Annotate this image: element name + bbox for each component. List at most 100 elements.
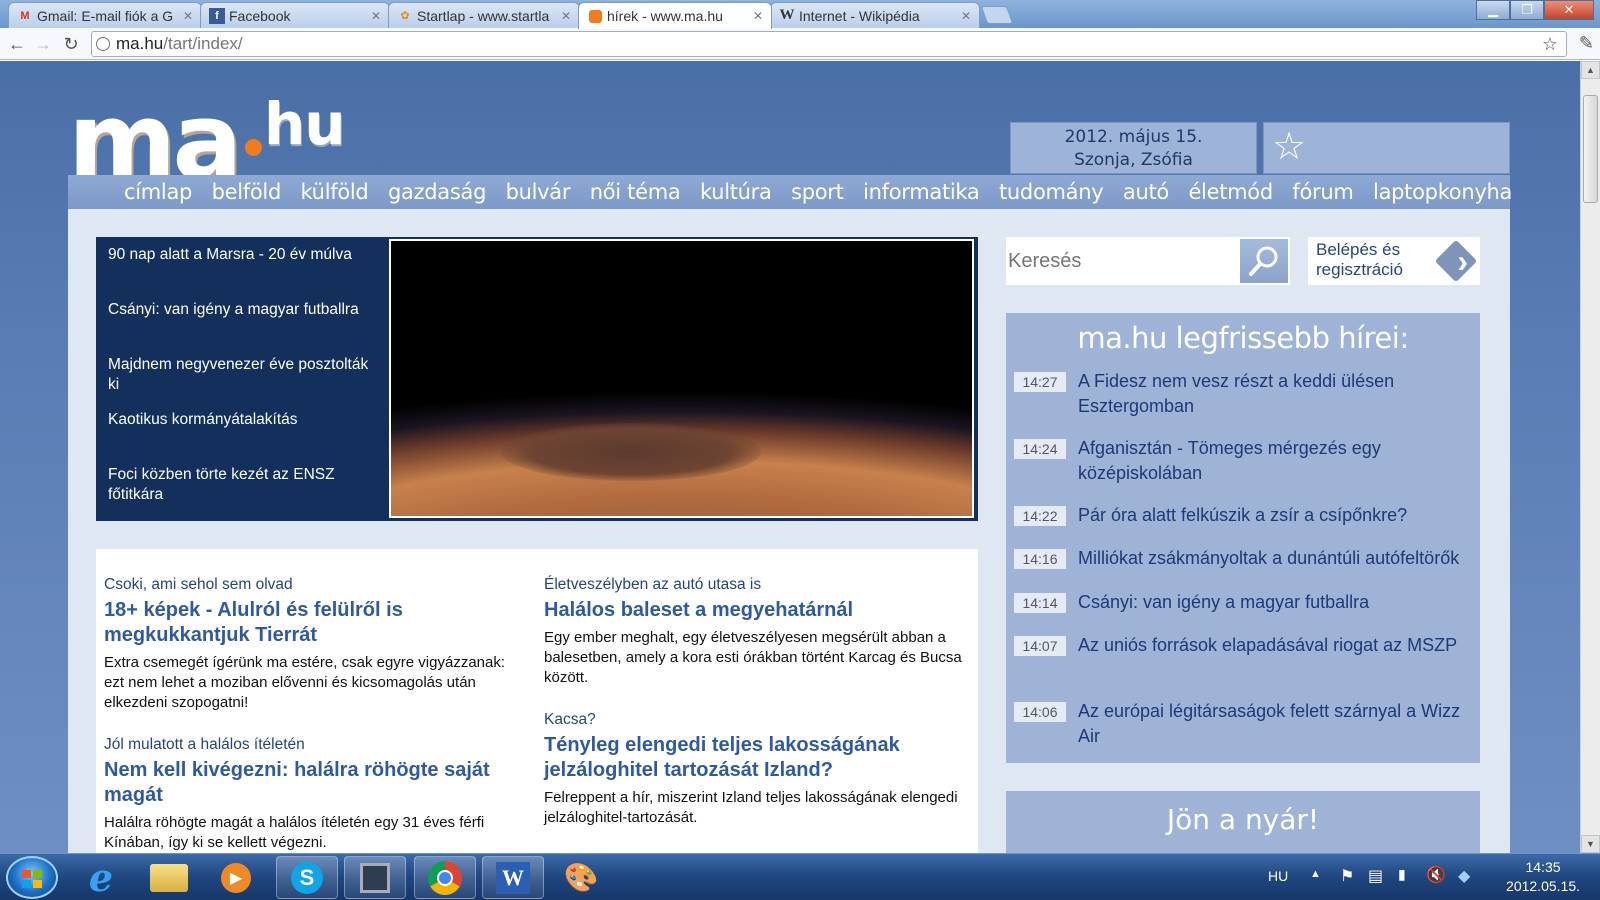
bookmark-star-icon[interactable]: ☆ <box>1542 34 1558 55</box>
news-title[interactable]: Az uniós források elapadásával riogat az… <box>1078 633 1472 658</box>
latest-news-panel: ma.hu legfrissebb hírei: 14:27 A Fidesz … <box>1006 313 1480 763</box>
scroll-down-arrow-icon[interactable]: ▼ <box>1581 835 1600 853</box>
article: Kacsa? Tényleg elengedi teljes lakosságá… <box>544 710 964 828</box>
scroll-thumb[interactable] <box>1583 95 1598 203</box>
tab-startlap[interactable]: ✿ Startlap - www.startla ✕ <box>388 2 580 28</box>
volume-muted-icon[interactable]: 🔇 <box>1426 865 1446 885</box>
nav-informatika[interactable]: informatika <box>863 180 980 204</box>
scroll-up-arrow-icon[interactable]: ▲ <box>1581 61 1600 79</box>
page-viewport: ma hu 2012. május 15. Szonja, Zsófia ☆ c… <box>0 61 1580 853</box>
nav-eletmod[interactable]: életmód <box>1188 180 1273 204</box>
news-title[interactable]: Csányi: van igény a magyar futballra <box>1078 590 1472 615</box>
article-headline[interactable]: Tényleg elengedi teljes lakosságának jel… <box>544 733 964 783</box>
article-lead: Halálra röhögte magát a halálos ítéletén… <box>104 814 485 851</box>
network-device-icon[interactable]: ▤ <box>1368 866 1383 886</box>
language-indicator[interactable]: HU <box>1268 868 1288 884</box>
tab-mahu[interactable]: hírek - www.ma.hu ✕ <box>578 2 772 29</box>
news-title[interactable]: Pár óra alatt felkúszik a zsír a csípőnk… <box>1078 503 1472 528</box>
address-bar[interactable]: ma.hu/tart/index/ ☆ <box>91 31 1567 57</box>
featured-item[interactable]: Foci közben törte kezét az ENSZ főtitkár… <box>108 465 378 520</box>
nav-cimlap[interactable]: címlap <box>124 180 192 204</box>
maximize-button[interactable]: ❐ <box>1510 0 1544 20</box>
search-button[interactable] <box>1240 239 1288 283</box>
nav-noi-tema[interactable]: női téma <box>590 180 681 204</box>
new-tab-button[interactable] <box>980 6 1014 24</box>
search-box <box>1006 237 1290 285</box>
forward-arrow-icon[interactable]: → <box>32 33 54 55</box>
skype-icon[interactable]: S <box>276 856 338 899</box>
close-tab-icon[interactable]: ✕ <box>183 9 193 23</box>
word-icon[interactable]: W <box>482 856 544 899</box>
nav-kultura[interactable]: kultúra <box>700 180 772 204</box>
internet-explorer-icon[interactable]: e <box>70 855 132 900</box>
news-title[interactable]: Afganisztán - Tömeges mérgezés egy közép… <box>1078 436 1472 486</box>
star-icon[interactable]: ☆ <box>1272 128 1306 166</box>
article-headline[interactable]: 18+ képek - Alulról és felülről is megku… <box>104 598 524 648</box>
article-lead: Extra csemegét ígérünk ma estére, csak e… <box>104 654 506 711</box>
featured-list: 90 nap alatt a Marsra - 20 év múlva Csán… <box>108 245 378 520</box>
close-tab-icon[interactable]: ✕ <box>371 9 381 23</box>
close-tab-icon[interactable]: ✕ <box>753 9 763 23</box>
minimize-button[interactable]: ▁ <box>1476 0 1510 20</box>
show-hidden-icons-icon[interactable]: ▲ <box>1310 868 1321 880</box>
login-register-button[interactable]: Belépés és regisztráció › <box>1308 237 1480 285</box>
start-button[interactable] <box>6 856 58 899</box>
news-title[interactable]: A Fidesz nem vesz részt a keddi ülésen E… <box>1078 369 1472 419</box>
news-time: 14:27 <box>1014 372 1066 392</box>
system-clock[interactable]: 14:35 2012.05.15. <box>1506 858 1580 896</box>
dropbox-icon[interactable]: ◆ <box>1458 866 1470 886</box>
page-scrollbar[interactable]: ▲ ▼ <box>1580 61 1600 853</box>
chevron-right-icon: › <box>1457 243 1468 279</box>
tab-gmail[interactable]: M Gmail: E-mail fiók a G ✕ <box>8 2 202 28</box>
nav-laptopkonyha[interactable]: laptopkonyha <box>1373 180 1512 204</box>
wrench-menu-icon[interactable]: ✎ <box>1579 33 1594 54</box>
action-center-flag-icon[interactable]: ⚑ <box>1340 866 1354 886</box>
nav-belfold[interactable]: belföld <box>212 180 282 204</box>
nav-kulfold[interactable]: külföld <box>300 180 368 204</box>
mahu-icon <box>587 8 603 24</box>
featured-item[interactable]: Csányi: van igény a magyar futballra <box>108 300 378 355</box>
featured-item[interactable]: Kaotikus kormányátalakítás <box>108 410 378 465</box>
signal-strength-icon[interactable]: ▮ <box>1398 866 1406 883</box>
media-player-icon[interactable]: ▶ <box>205 856 267 899</box>
nav-tudomany[interactable]: tudomány <box>999 180 1104 204</box>
featured-box: 90 nap alatt a Marsra - 20 év múlva Csán… <box>96 237 978 521</box>
login-line2: regisztráció <box>1316 260 1403 279</box>
window-app-icon[interactable] <box>344 856 406 899</box>
articles-panel: Csoki, ami sehol sem olvad 18+ képek - A… <box>96 549 978 853</box>
close-window-button[interactable]: ✕ <box>1544 0 1594 20</box>
tab-facebook[interactable]: f Facebook ✕ <box>200 2 390 28</box>
file-explorer-icon[interactable] <box>138 856 200 899</box>
news-time: 14:06 <box>1014 702 1066 722</box>
nav-gazdasag[interactable]: gazdaság <box>388 180 486 204</box>
back-arrow-icon[interactable]: ← <box>6 33 28 55</box>
reload-icon[interactable]: ↻ <box>60 33 82 55</box>
article-headline[interactable]: Nem kell kivégezni: halálra röhögte sajá… <box>104 758 524 808</box>
facebook-icon: f <box>209 7 225 24</box>
chrome-icon[interactable] <box>414 856 476 899</box>
paint-icon[interactable]: 🎨 <box>550 856 612 899</box>
login-label: Belépés és regisztráció <box>1316 240 1403 280</box>
featured-item[interactable]: 90 nap alatt a Marsra - 20 év múlva <box>108 245 378 300</box>
tab-wikipedia[interactable]: W Internet - Wikipédia ✕ <box>770 2 980 28</box>
address-path: /tart/index/ <box>163 34 243 53</box>
news-title[interactable]: Milliókat zsákmányoltak a dunántúli autó… <box>1078 546 1472 571</box>
news-time: 14:16 <box>1014 549 1066 569</box>
close-tab-icon[interactable]: ✕ <box>561 9 571 23</box>
featured-image-mars[interactable] <box>389 239 974 518</box>
favorite-box[interactable]: ☆ <box>1263 122 1510 174</box>
nav-forum[interactable]: fórum <box>1292 180 1353 204</box>
windows-logo-icon <box>22 870 42 888</box>
news-title[interactable]: Az európai légitársaságok felett szárnya… <box>1078 699 1472 749</box>
article-headline[interactable]: Halálos baleset a megyehatárnál <box>544 598 964 623</box>
clock-time: 14:35 <box>1525 859 1561 875</box>
nav-auto[interactable]: autó <box>1123 180 1169 204</box>
nav-bulvar[interactable]: bulvár <box>506 180 571 204</box>
nav-sport[interactable]: sport <box>791 180 844 204</box>
close-tab-icon[interactable]: ✕ <box>961 9 971 23</box>
search-input[interactable] <box>1008 239 1236 283</box>
page-info-icon[interactable] <box>96 37 110 51</box>
date-box: 2012. május 15. Szonja, Zsófia <box>1010 122 1257 174</box>
news-time: 14:14 <box>1014 593 1066 613</box>
featured-item[interactable]: Majdnem negyvenezer éve posztolták ki <box>108 355 378 410</box>
